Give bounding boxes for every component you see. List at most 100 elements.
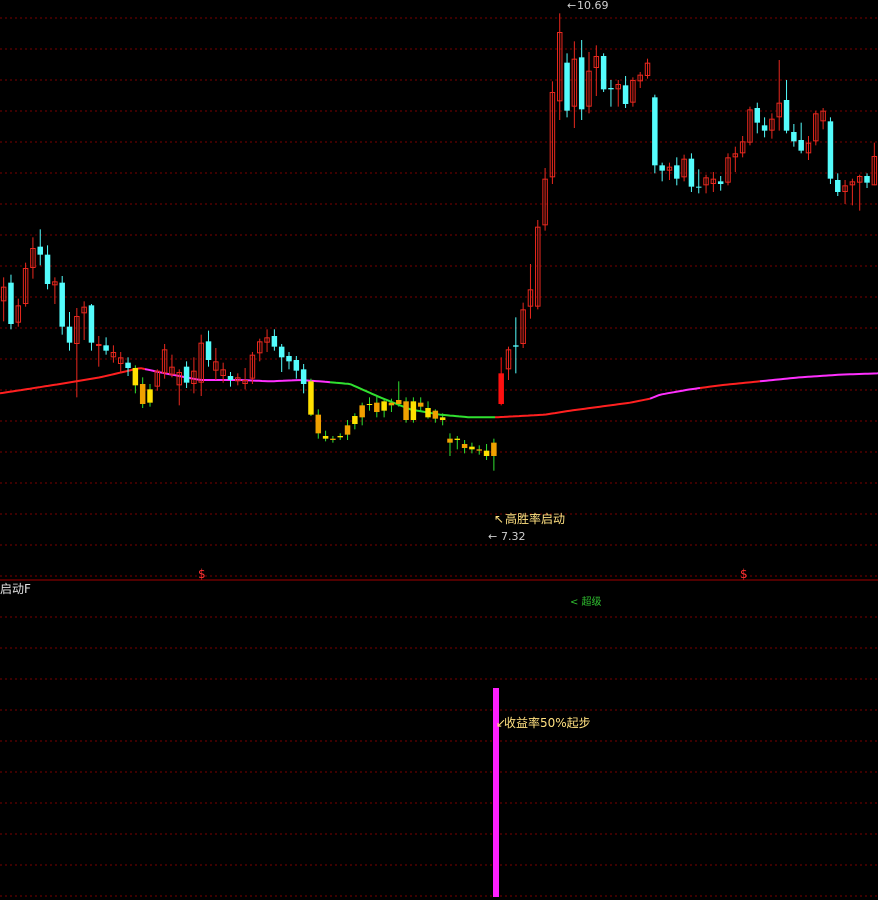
candle-body <box>439 417 446 420</box>
min-price-label: 7.32 <box>501 530 526 543</box>
ma-segment <box>759 372 878 383</box>
candle-body <box>652 97 658 166</box>
candle <box>747 106 753 146</box>
candle <box>315 409 322 439</box>
candle-body <box>381 401 387 411</box>
ma-segment <box>494 397 651 419</box>
candle-body <box>476 449 482 451</box>
candle <box>147 384 153 407</box>
candle-body <box>798 140 804 151</box>
candle <box>125 357 131 376</box>
candle-body <box>271 336 278 347</box>
candle <box>227 372 234 387</box>
candle <box>739 136 746 158</box>
candle-body <box>59 282 65 327</box>
candle-body <box>227 376 234 380</box>
candle-body <box>403 401 409 420</box>
candle-body <box>695 186 702 188</box>
candle <box>761 117 768 138</box>
candle <box>608 80 614 107</box>
candle <box>791 124 797 147</box>
candle <box>271 329 278 351</box>
candle <box>103 337 109 355</box>
candle-body <box>66 326 73 343</box>
candle-body <box>293 360 300 371</box>
candle <box>732 146 739 172</box>
signal-label: 高胜率启动 <box>505 511 565 526</box>
indicator-grid <box>0 616 878 897</box>
candle <box>330 436 336 443</box>
candle <box>535 220 541 310</box>
candle <box>856 174 863 211</box>
max-price-annotation: ← 10.69 <box>567 0 609 12</box>
candle <box>476 445 482 455</box>
candle <box>527 264 534 319</box>
candle <box>66 312 73 351</box>
candle-body <box>425 408 431 418</box>
stock-candlestick-chart: ← 10.69 ← 7.32 ↖ 高胜率启动 $ $ 启动F < 超级 ↙ 收益… <box>0 0 878 897</box>
candle <box>454 436 461 450</box>
candle-body <box>132 368 139 386</box>
candle <box>710 172 717 192</box>
candle <box>81 301 87 340</box>
candle <box>183 361 190 388</box>
candle-body <box>374 402 380 412</box>
candle-body <box>308 381 314 415</box>
candle-body <box>827 121 834 179</box>
candle <box>483 444 490 460</box>
candle-body <box>96 344 102 346</box>
candle-body <box>835 180 841 192</box>
candle-body <box>205 341 212 360</box>
candle <box>871 142 878 186</box>
price-grid <box>0 17 878 577</box>
candle <box>410 397 417 423</box>
candle <box>666 162 673 180</box>
candle-body <box>688 158 695 187</box>
candle <box>681 154 687 182</box>
candle <box>117 352 124 374</box>
max-price-label: 10.69 <box>577 0 609 12</box>
candle <box>15 298 22 327</box>
candle <box>513 317 519 374</box>
candle <box>37 229 43 266</box>
candle <box>286 352 292 370</box>
candle <box>59 276 65 335</box>
candle-body <box>454 438 461 440</box>
candle-body <box>125 362 131 368</box>
candle <box>849 178 856 206</box>
min-price-annotation: ← 7.32 <box>488 530 526 543</box>
candle <box>22 262 29 307</box>
candle <box>703 174 709 194</box>
candle <box>403 397 409 423</box>
candle-body <box>37 246 43 255</box>
candle <box>417 397 424 412</box>
candle <box>520 302 526 348</box>
candle <box>674 157 680 186</box>
dollar-mark-right: $ <box>740 567 748 581</box>
candle <box>564 53 570 118</box>
candle-body <box>337 436 343 438</box>
candle-body <box>366 404 373 405</box>
candle-body <box>330 438 336 440</box>
lower-panel-note: < 超级 <box>570 595 602 608</box>
candle <box>293 356 300 379</box>
candle-body <box>469 446 475 450</box>
candle <box>0 277 7 322</box>
candle <box>352 413 358 430</box>
candle <box>652 94 658 174</box>
candle <box>798 122 804 154</box>
candle <box>769 113 775 139</box>
candle <box>820 108 826 130</box>
candle <box>256 338 263 362</box>
candle <box>805 136 812 160</box>
moving-average-line <box>0 367 878 419</box>
candle-body <box>147 389 153 403</box>
candle-body <box>578 57 585 110</box>
candle <box>88 304 95 351</box>
candle-body <box>864 176 870 183</box>
candle <box>44 245 51 290</box>
candle-body <box>44 254 51 284</box>
candle-body <box>491 442 497 456</box>
candle-body <box>286 356 292 362</box>
candle-body <box>674 165 680 179</box>
